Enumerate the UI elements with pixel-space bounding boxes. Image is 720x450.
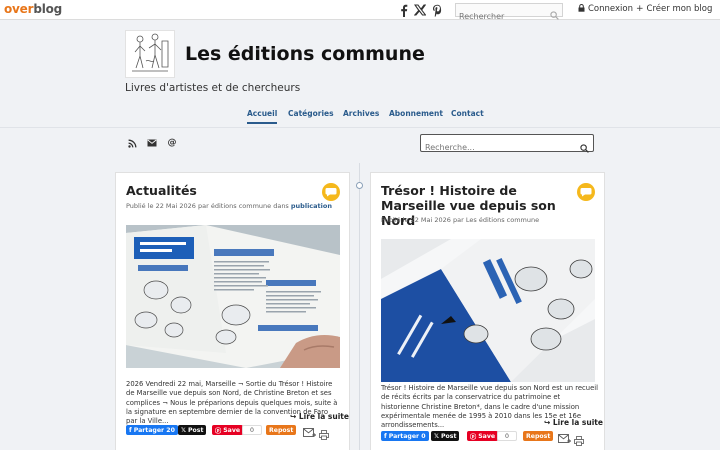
x-post-label: Post — [188, 426, 204, 434]
post-card: Actualités Publié le 22 Mai 2026 par édi… — [115, 172, 350, 450]
mail-icon[interactable] — [146, 137, 158, 149]
post-image[interactable] — [126, 225, 340, 368]
facebook-share-button[interactable]: f Partager 0 — [381, 431, 429, 441]
login-link[interactable]: Connexion — [578, 4, 633, 14]
post-meta-text: Publié le 22 Mai 2026 par Les éditions c… — [381, 216, 540, 224]
main-nav: Accueil Catégories Archives Abonnement C… — [0, 100, 720, 128]
x-icon: 𝕏 — [181, 426, 186, 434]
pinterest-save-button[interactable]: ⓟ Save — [212, 425, 244, 435]
nav-item-accueil[interactable]: Accueil — [247, 109, 278, 124]
blog-tagline: Livres d'artistes et de chercheurs — [125, 82, 301, 94]
blog-search-input[interactable] — [421, 139, 571, 156]
facebook-icon: f — [129, 426, 132, 434]
post-category-link[interactable]: publication — [291, 202, 332, 210]
pinterest-save-count: 0 — [242, 425, 262, 435]
repost-button[interactable]: Repost — [523, 431, 554, 441]
pinterest-icon: ⓟ — [215, 427, 222, 435]
at-icon[interactable]: @ — [166, 137, 178, 149]
blog-avatar[interactable] — [125, 30, 175, 78]
plus-icon: + — [636, 4, 644, 14]
pinterest-save-count: 0 — [497, 431, 517, 441]
x-icon: 𝕏 — [434, 432, 439, 440]
blog-search-box[interactable] — [420, 134, 594, 156]
repost-button[interactable]: Repost — [266, 425, 297, 435]
top-bar: overblog Connexion + Créer mon blog — [0, 0, 720, 23]
post-title[interactable]: Actualités — [126, 183, 316, 198]
read-more-label: Lire la suite — [298, 412, 349, 421]
arrow-icon: ↪ — [290, 412, 299, 421]
arrow-icon: ↪ — [544, 418, 553, 427]
print-icon[interactable] — [574, 431, 584, 450]
facebook-icon: f — [384, 432, 387, 440]
pinterest-save-label: Save — [223, 426, 241, 434]
pinterest-icon[interactable] — [430, 2, 444, 18]
post-image[interactable] — [381, 239, 595, 382]
top-search-input[interactable] — [456, 10, 546, 23]
post-meta: Publié le 22 Mai 2026 par Les éditions c… — [381, 216, 539, 224]
create-blog-label: Créer mon blog — [646, 4, 713, 14]
create-blog-link[interactable]: + Créer mon blog — [636, 4, 712, 14]
search-icon[interactable] — [550, 5, 559, 24]
pinterest-icon: ⓟ — [470, 433, 477, 441]
facebook-icon[interactable] — [397, 2, 411, 18]
x-icon[interactable] — [413, 2, 427, 18]
read-more-label: Lire la suite — [552, 418, 603, 427]
pinterest-save-label: Save — [478, 432, 496, 440]
login-label: Connexion — [588, 4, 633, 14]
read-more-link[interactable]: ↪ Lire la suite — [290, 412, 349, 421]
overblog-logo[interactable]: overblog — [4, 2, 62, 16]
print-icon[interactable] — [319, 425, 329, 444]
top-search-box[interactable] — [455, 3, 563, 23]
timeline-dot — [356, 182, 363, 189]
nav-item-abonnement[interactable]: Abonnement — [389, 109, 443, 118]
facebook-share-label: Partager — [133, 426, 165, 434]
comment-bubble-icon[interactable] — [577, 183, 595, 201]
nav-item-categories[interactable]: Catégories — [288, 109, 334, 118]
pinterest-save-button[interactable]: ⓟ Save — [467, 431, 499, 441]
rss-icon[interactable] — [126, 137, 138, 149]
lock-icon — [578, 4, 585, 14]
email-share-icon[interactable] — [558, 430, 572, 449]
timeline-line — [359, 163, 360, 450]
post-meta: Publié le 22 Mai 2026 par éditions commu… — [126, 202, 332, 210]
facebook-share-label: Partager — [388, 432, 420, 440]
search-icon[interactable] — [580, 138, 589, 157]
x-post-button[interactable]: 𝕏 Post — [431, 431, 460, 441]
nav-item-contact[interactable]: Contact — [451, 109, 484, 118]
blog-title[interactable]: Les éditions commune — [185, 43, 425, 65]
post-meta-text: Publié le 22 Mai 2026 par éditions commu… — [126, 202, 289, 210]
x-post-button[interactable]: 𝕏 Post — [178, 425, 207, 435]
read-more-link[interactable]: ↪ Lire la suite — [544, 418, 603, 427]
nav-item-archives[interactable]: Archives — [343, 109, 379, 118]
email-share-icon[interactable] — [303, 424, 317, 443]
facebook-share-button[interactable]: f Partager 20 — [126, 425, 178, 435]
post-card: Trésor ! Histoire de Marseille vue depui… — [370, 172, 605, 450]
facebook-share-count: 0 — [421, 432, 426, 440]
facebook-share-count: 20 — [166, 426, 175, 434]
x-post-label: Post — [441, 432, 457, 440]
comment-bubble-icon[interactable] — [322, 183, 340, 201]
